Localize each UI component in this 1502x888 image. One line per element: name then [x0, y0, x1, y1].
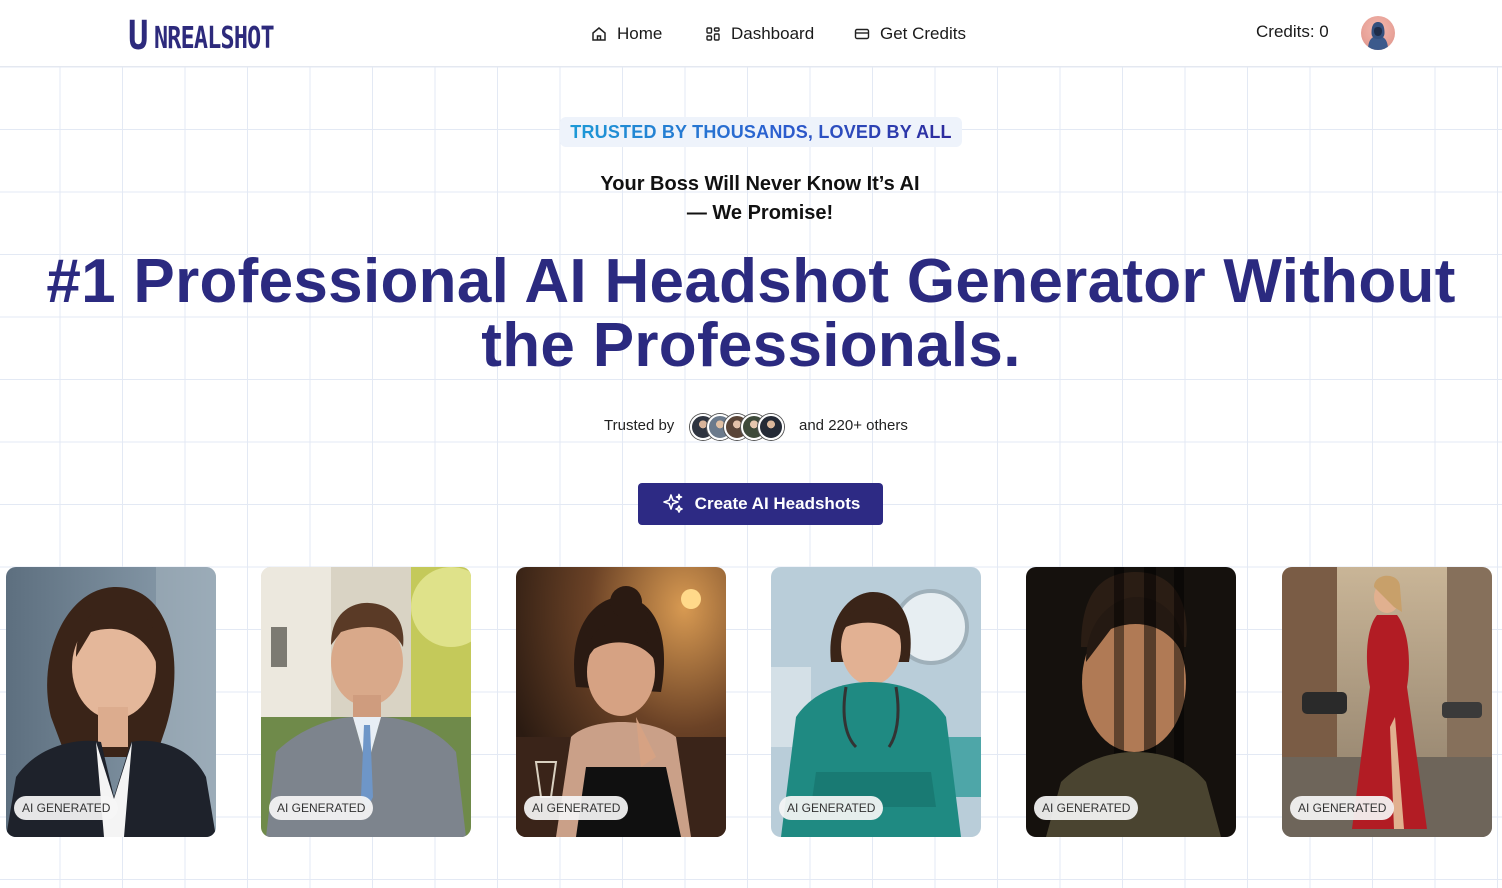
- ai-generated-tag: AI GENERATED: [1290, 796, 1395, 820]
- ai-generated-tag: AI GENERATED: [779, 796, 884, 820]
- ai-generated-tag: AI GENERATED: [1034, 796, 1139, 820]
- trust-badge-text: TRUSTED BY THOUSANDS, LOVED BY ALL: [570, 121, 952, 142]
- trusted-by-label: Trusted by: [604, 417, 675, 434]
- nav-item-get-credits[interactable]: Get Credits: [854, 0, 966, 67]
- others-count: and 220+ others: [799, 417, 908, 434]
- subheading-line-2: — We Promise!: [686, 202, 834, 224]
- trust-badge: TRUSTED BY THOUSANDS, LOVED BY ALL: [560, 117, 962, 147]
- ai-generated-tag: AI GENERATED: [524, 796, 629, 820]
- gallery-card-red-dress[interactable]: AI GENERATED: [1282, 567, 1492, 837]
- nav-dashboard-label: Dashboard: [731, 23, 815, 43]
- logo-wordmark: NREALSHOT: [154, 21, 275, 56]
- nav-get-credits-label: Get Credits: [880, 23, 966, 43]
- hero-headline: #1 Professional AI Headshot Generator Wi…: [0, 250, 1502, 378]
- user-avatar[interactable]: [1361, 16, 1395, 50]
- sparkles-icon: [662, 493, 683, 513]
- customer-avatar: [758, 414, 784, 440]
- gallery-card-shadow-portrait[interactable]: AI GENERATED: [1026, 567, 1236, 837]
- top-navigation-bar: U NREALSHOT Home Dashboard Get Credits Cr…: [0, 0, 1502, 67]
- customer-avatars-stack: [690, 414, 784, 442]
- ai-generated-tag: AI GENERATED: [269, 796, 374, 820]
- dashboard-grid-icon: [706, 26, 720, 41]
- credits-balance: Credits: 0: [1256, 22, 1329, 41]
- nav-item-home[interactable]: Home: [591, 0, 662, 67]
- hero-subheading: Your Boss Will Never Know It’s AI — We P…: [560, 170, 960, 228]
- headline-line-1: #1 Professional AI Headshot Generator Wi…: [46, 247, 1456, 316]
- nav-item-dashboard[interactable]: Dashboard: [705, 0, 814, 67]
- logo-first-letter: U: [128, 13, 148, 59]
- subheading-line-1: Your Boss Will Never Know It’s AI: [600, 173, 920, 195]
- gallery-card-man-suit[interactable]: AI GENERATED: [261, 567, 471, 837]
- hooded-user-icon: [1368, 22, 1388, 50]
- gallery-card-nurse[interactable]: AI GENERATED: [771, 567, 981, 837]
- credit-card-icon: [854, 28, 870, 39]
- gallery-card-business-woman[interactable]: AI GENERATED: [6, 567, 216, 837]
- ai-generated-tag: AI GENERATED: [14, 796, 119, 820]
- nav-home-label: Home: [617, 23, 663, 43]
- cta-label: Create AI Headshots: [694, 494, 861, 513]
- gallery-card-evening-woman[interactable]: AI GENERATED: [516, 567, 726, 837]
- create-ai-headshots-button[interactable]: Create AI Headshots: [638, 483, 883, 525]
- headline-line-2: the Professionals.: [481, 311, 1021, 380]
- home-icon: [592, 26, 606, 41]
- unrealshot-logo[interactable]: U NREALSHOT: [128, 13, 308, 59]
